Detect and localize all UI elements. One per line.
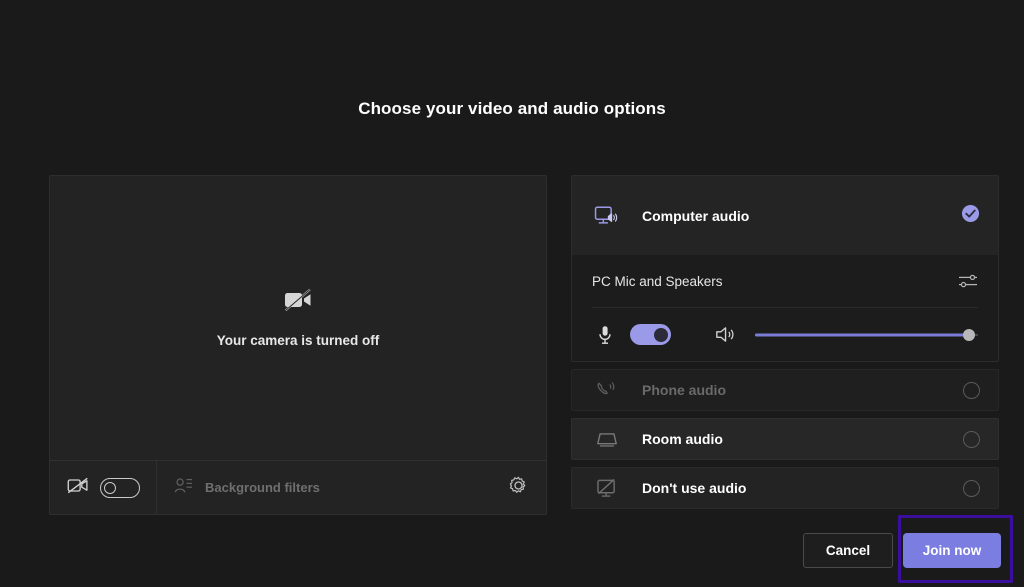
background-filters-label: Background filters: [205, 480, 320, 495]
audio-option-no-audio[interactable]: Don't use audio: [571, 467, 999, 509]
phone-audio-icon: [594, 380, 620, 400]
audio-options-panel: Computer audio PC Mic and Speakers Phone…: [571, 175, 999, 509]
video-preview-panel: Your camera is turned off Background fil…: [49, 175, 547, 515]
dialog-footer: Cancel Join now: [0, 515, 1024, 583]
page-title: Choose your video and audio options: [358, 99, 666, 118]
audio-option-label: Computer audio: [642, 207, 750, 224]
radio-button-no-audio[interactable]: [963, 479, 980, 497]
video-settings-button[interactable]: [509, 476, 546, 500]
audio-settings-sliders-icon[interactable]: [958, 272, 978, 290]
audio-device-name: PC Mic and Speakers: [592, 273, 723, 289]
audio-option-phone-audio[interactable]: Phone audio: [571, 369, 999, 411]
radio-button-room-audio[interactable]: [963, 430, 980, 448]
radio-button-phone-audio[interactable]: [963, 381, 980, 399]
volume-slider-fill: [755, 333, 970, 336]
audio-option-label: Don't use audio: [642, 480, 747, 496]
room-audio-icon: [594, 430, 620, 449]
computer-audio-icon: [594, 205, 620, 227]
video-toolbar: Background filters: [50, 460, 546, 514]
speaker-icon: [715, 325, 737, 344]
microphone-icon: [592, 325, 618, 345]
audio-option-label: Room audio: [642, 431, 723, 447]
audio-device-panel: PC Mic and Speakers: [571, 255, 999, 362]
camera-toggle-group[interactable]: [50, 461, 157, 514]
audio-option-label: Phone audio: [642, 382, 726, 398]
no-audio-icon: [594, 478, 620, 498]
volume-slider[interactable]: [755, 328, 978, 342]
camera-toggle[interactable]: [100, 477, 140, 498]
audio-option-room-audio[interactable]: Room audio: [571, 418, 999, 460]
video-off-icon: [50, 288, 546, 317]
join-now-button[interactable]: Join now: [903, 533, 1001, 568]
computer-audio-card: Computer audio: [571, 175, 999, 255]
gear-icon: [509, 476, 528, 500]
video-off-icon: [67, 477, 89, 499]
camera-off-message: Your camera is turned off: [50, 288, 546, 348]
audio-option-computer-audio[interactable]: Computer audio: [572, 176, 998, 255]
audio-device-row: PC Mic and Speakers: [592, 255, 978, 308]
camera-off-label: Your camera is turned off: [216, 333, 380, 348]
background-filters-button[interactable]: Background filters: [157, 477, 320, 499]
volume-slider-thumb[interactable]: [963, 328, 976, 341]
cancel-button[interactable]: Cancel: [803, 533, 893, 568]
check-circle-icon: [961, 204, 980, 228]
microphone-toggle[interactable]: [630, 324, 671, 345]
mic-and-volume-row: [592, 308, 978, 361]
background-filters-icon: [174, 477, 193, 499]
